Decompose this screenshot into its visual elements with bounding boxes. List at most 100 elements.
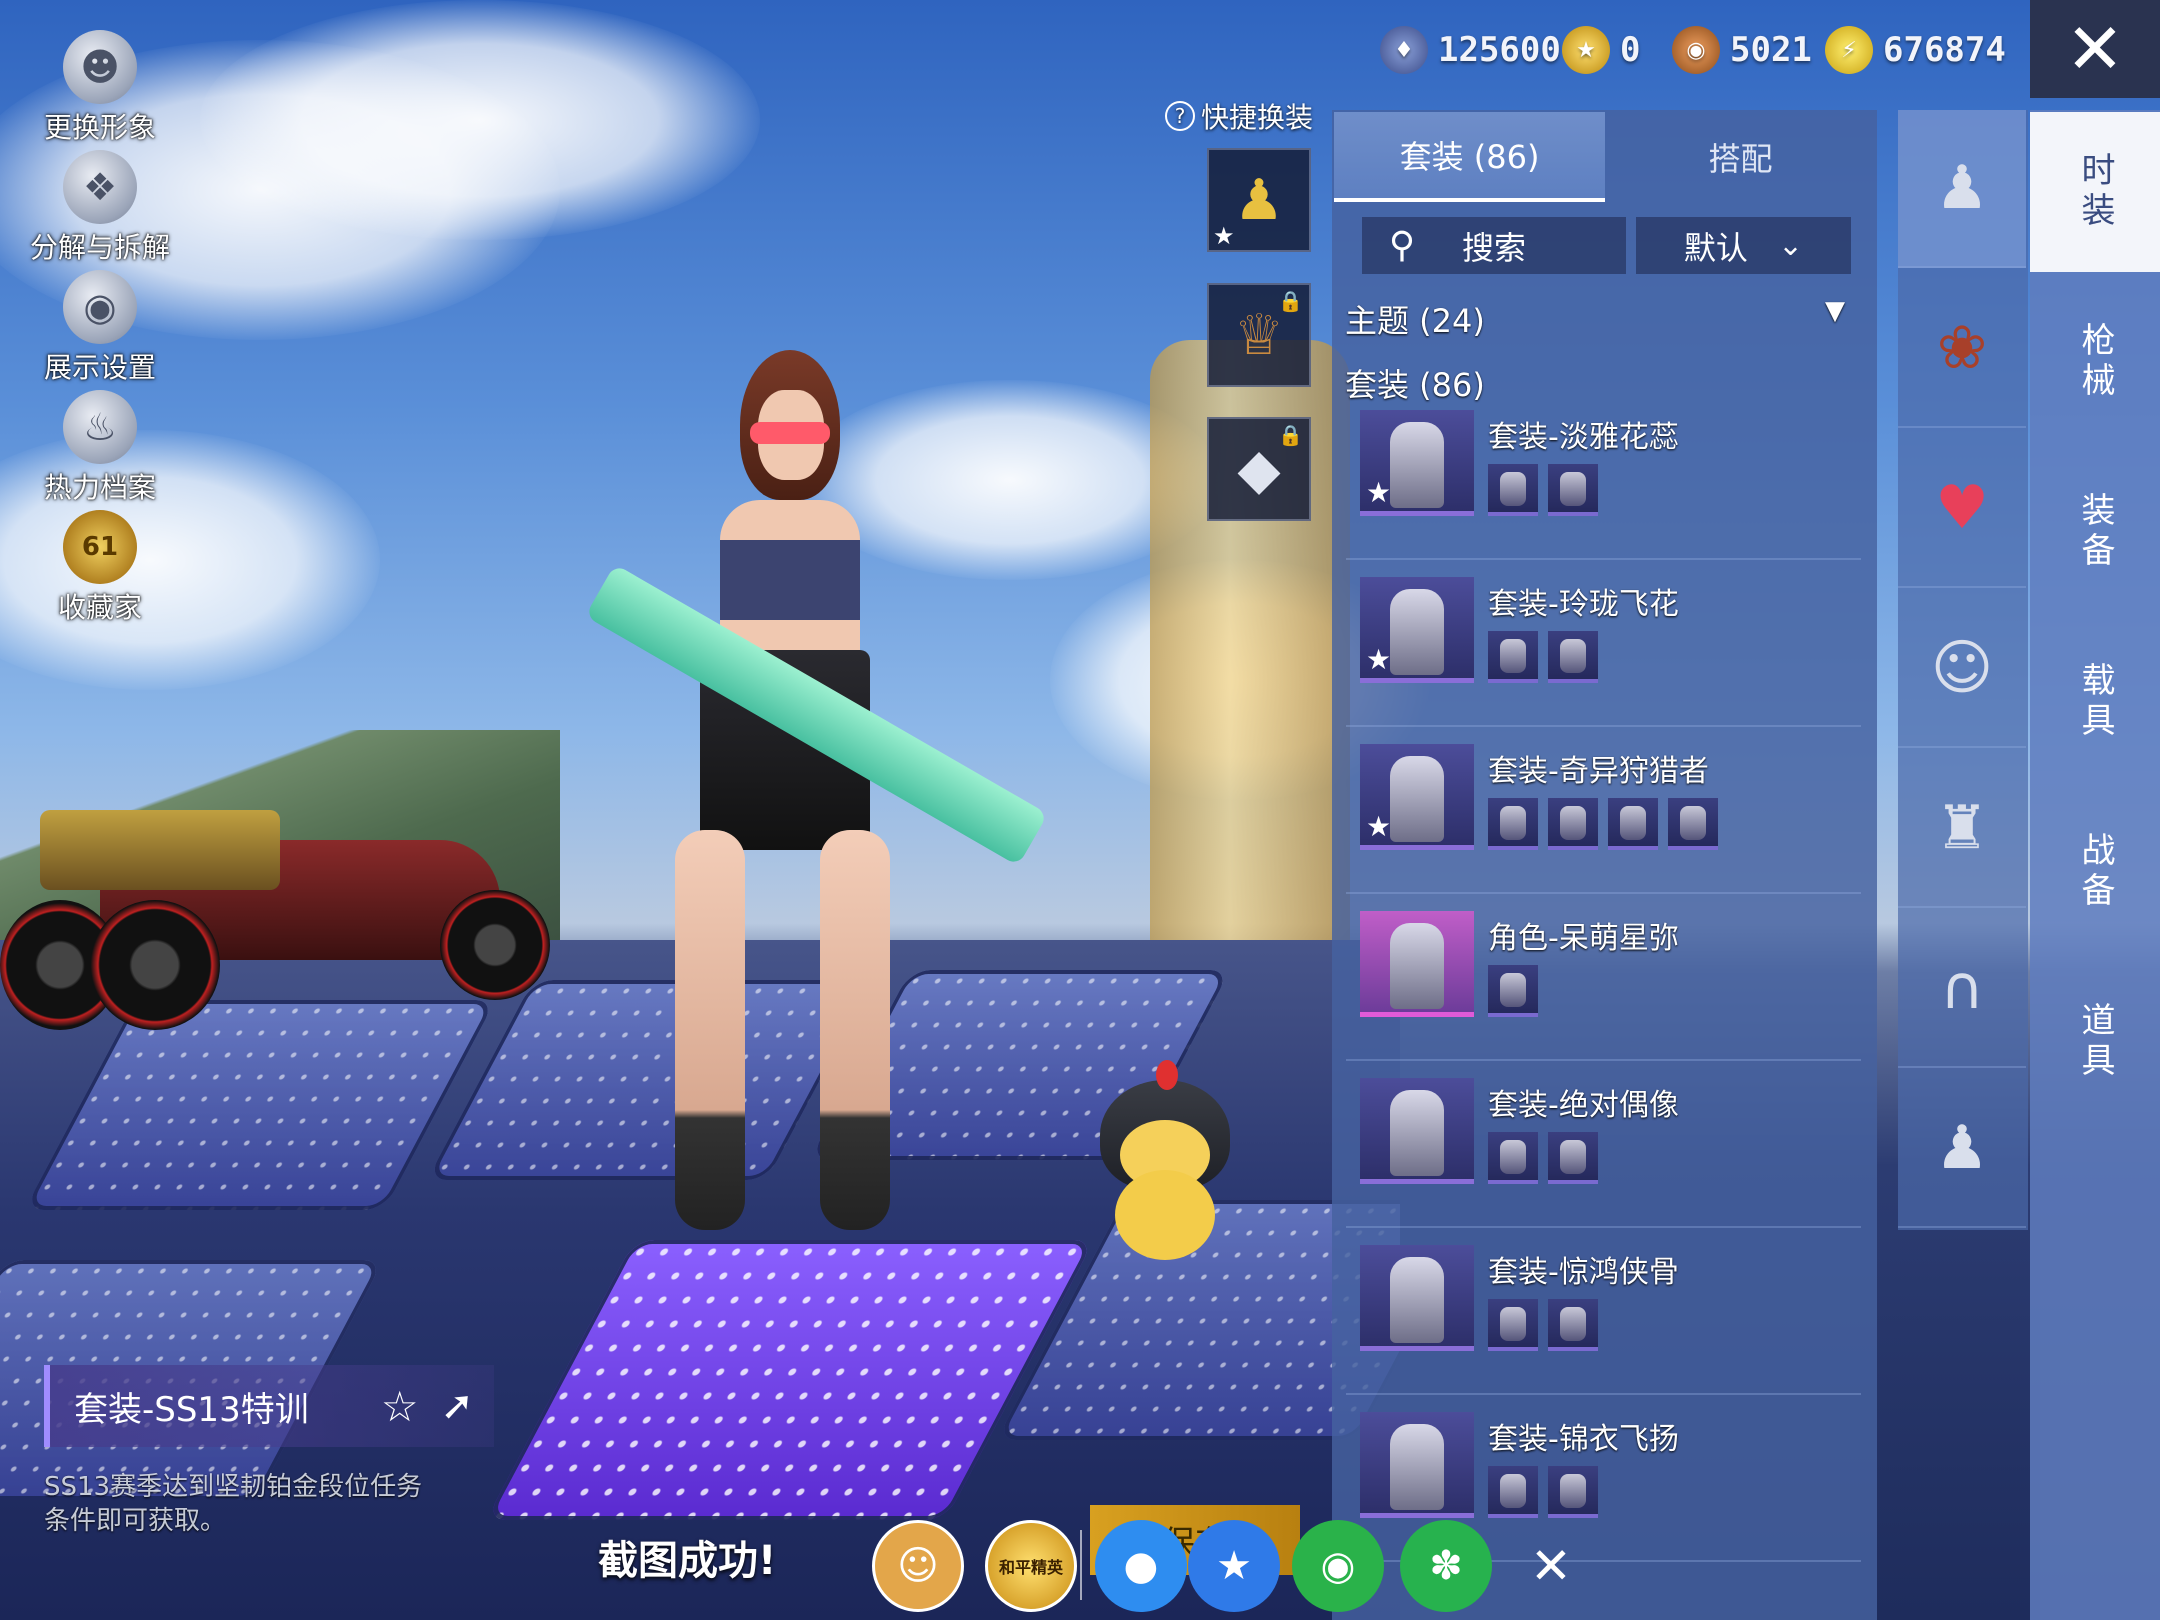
search-field[interactable]: ⚲ 搜索 (1362, 217, 1626, 274)
avatar-icon: ☻ (63, 30, 137, 104)
tab-equipment[interactable]: 装备 (2030, 452, 2160, 612)
qzone-icon: ★ (1216, 1543, 1252, 1589)
profile-share-icon: ☺ (897, 1543, 939, 1589)
wechat-share-button[interactable]: ◉ (1292, 1520, 1384, 1612)
suit-part-icon[interactable] (1488, 798, 1538, 850)
moments-share-button[interactable]: ✽ (1400, 1520, 1492, 1612)
suit-part-icon[interactable] (1548, 1466, 1598, 1518)
suit-thumbnail: ★ (1360, 577, 1474, 683)
outfit-icon: ♟ (1233, 167, 1285, 233)
search-icon: ⚲ (1388, 225, 1416, 266)
share-icon[interactable]: ➚ (440, 1383, 474, 1429)
suit-part-icon[interactable] (1548, 1299, 1598, 1351)
chick-pet[interactable] (1100, 1060, 1230, 1260)
suit-part-icon[interactable] (1488, 965, 1538, 1017)
currency-bronze[interactable]: ◉ 5021 (1672, 22, 1812, 78)
cloud (200, 0, 760, 240)
qq-icon: ● (1123, 1543, 1159, 1589)
suit-part-icon[interactable] (1668, 798, 1718, 850)
quick-slot-3[interactable]: ◆ 🔒 (1207, 417, 1311, 521)
currency-silver[interactable]: ♦ 125600 (1380, 22, 1561, 78)
qzone-share-button[interactable]: ★ (1188, 1520, 1280, 1612)
category-boots[interactable]: ♟ (1898, 1070, 2026, 1228)
suit-thumbnail (1360, 1078, 1474, 1184)
suit-part-icon[interactable] (1548, 798, 1598, 850)
tab-guns[interactable]: 枪械 (2030, 282, 2160, 442)
chevron-down-icon: ⌄ (1777, 228, 1804, 263)
coin-bronze-icon: ◉ (1672, 26, 1720, 74)
theme-section-header[interactable]: 主题 (24) ▼ (1345, 296, 1845, 342)
display-settings-button[interactable]: ◉ 展示设置 (25, 270, 175, 386)
moments-icon: ✽ (1429, 1543, 1463, 1589)
qq-share-button[interactable]: ● (1095, 1520, 1187, 1612)
trophy-icon: ♕ (1233, 302, 1285, 368)
decompose-button[interactable]: ❖ 分解与拆解 (25, 150, 175, 266)
category-outfit[interactable]: ♟ (1898, 110, 2026, 268)
tab-suits[interactable]: 套装 (86) (1334, 112, 1605, 202)
tab-vehicles[interactable]: 载具 (2030, 622, 2160, 782)
suit-part-icon[interactable] (1488, 1132, 1538, 1184)
outfit-description: SS13赛季达到坚韧铂金段位任务条件即可获取。 (44, 1472, 423, 1536)
close-button[interactable]: ✕ (2030, 0, 2160, 98)
divider (1080, 1530, 1082, 1600)
collector-level: 61 (81, 532, 119, 562)
suit-list-item[interactable]: ★ 套装-玲珑飞花 (1346, 569, 1861, 727)
mask-icon: ☺ (1930, 633, 1994, 703)
sort-dropdown[interactable]: 默认 ⌄ (1636, 217, 1851, 274)
pants-icon: ∩ (1940, 953, 1984, 1023)
tab-combos[interactable]: 搭配 (1605, 112, 1876, 202)
current-outfit-name: 套装-SS13特训 (74, 1389, 309, 1430)
category-pants[interactable]: ∩ (1898, 910, 2026, 1068)
suit-list-item[interactable]: 角色-呆萌星弥 (1346, 903, 1861, 1061)
category-glasses[interactable]: ♥ (1898, 430, 2026, 588)
star-icon: ★ (1366, 476, 1392, 509)
race-car (0, 800, 560, 1030)
suit-part-icon[interactable] (1488, 1466, 1538, 1518)
suit-figure (1390, 923, 1444, 1009)
change-appearance-button[interactable]: ☻ 更换形象 (25, 30, 175, 146)
suit-part-icon[interactable] (1488, 631, 1538, 683)
question-circle-icon: ? (1165, 101, 1195, 131)
collector-button[interactable]: 61 收藏家 (25, 510, 175, 626)
category-vest[interactable]: ♜ (1898, 750, 2026, 908)
suit-figure (1390, 422, 1444, 508)
triangle-down-icon: ▼ (1825, 296, 1845, 326)
flame-icon: ♨ (63, 390, 137, 464)
share-close-button[interactable]: ✕ (1505, 1520, 1597, 1612)
suit-list-item[interactable]: 套装-绝对偶像 (1346, 1070, 1861, 1228)
favorite-star-icon[interactable]: ☆ (381, 1382, 419, 1431)
coin-lightning-icon: ⚡ (1825, 26, 1873, 74)
coin-silver-icon: ♦ (1380, 26, 1428, 74)
current-outfit-bar: 套装-SS13特训 ☆ ➚ (44, 1365, 494, 1447)
suit-part-icon[interactable] (1548, 1132, 1598, 1184)
quick-change-label[interactable]: ? 快捷换装 (1165, 96, 1313, 136)
suit-list-item[interactable]: 套装-惊鸿侠骨 (1346, 1237, 1861, 1395)
puzzle-icon: ❖ (63, 150, 137, 224)
suit-list-item[interactable]: ★ 套装-奇异狩猎者 (1346, 736, 1861, 894)
suit-list-item[interactable]: ★ 套装-淡雅花蕊 (1346, 402, 1861, 560)
quick-slot-1[interactable]: ♟ ★ (1207, 148, 1311, 252)
suit-figure (1390, 1424, 1444, 1510)
quick-slot-2[interactable]: ♕ 🔒 (1207, 283, 1311, 387)
currency-lightning[interactable]: ⚡ 676874 (1825, 22, 2006, 78)
suit-name: 套装-惊鸿侠骨 (1488, 1255, 1679, 1290)
suit-part-icon[interactable] (1608, 798, 1658, 850)
tab-props[interactable]: 道具 (2030, 962, 2160, 1122)
category-hair[interactable]: ❀ (1898, 270, 2026, 428)
suit-part-icon[interactable] (1548, 631, 1598, 683)
suit-thumbnail: ★ (1360, 410, 1474, 516)
player-character[interactable] (590, 350, 890, 1250)
game-share-button[interactable]: 和平精英 (985, 1520, 1077, 1612)
lock-icon: 🔒 (1278, 423, 1303, 447)
tab-battle-gear[interactable]: 战备 (2030, 792, 2160, 952)
profile-share-button[interactable]: ☺ (872, 1520, 964, 1612)
suit-part-icon[interactable] (1548, 464, 1598, 516)
tab-fashion[interactable]: 时装 (2030, 112, 2160, 272)
suit-part-icon[interactable] (1488, 464, 1538, 516)
close-icon: ✕ (2065, 8, 2125, 90)
suit-part-icon[interactable] (1488, 1299, 1538, 1351)
wechat-icon: ◉ (1320, 1543, 1356, 1589)
heat-archive-button[interactable]: ♨ 热力档案 (25, 390, 175, 506)
currency-gold[interactable]: ★ 0 (1562, 22, 1640, 78)
category-mask[interactable]: ☺ (1898, 590, 2026, 748)
